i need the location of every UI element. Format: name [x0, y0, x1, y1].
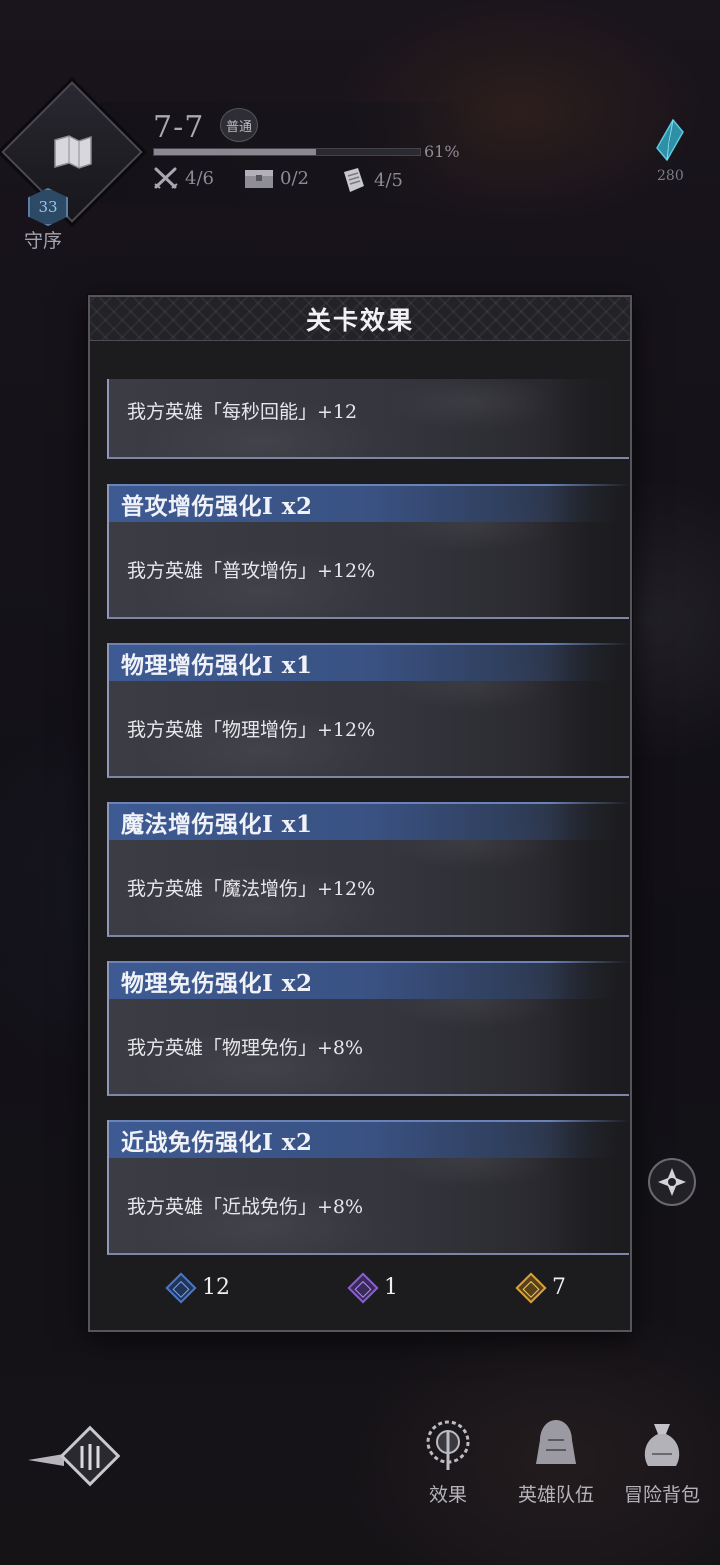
stat-chests-value: 0/2 — [280, 167, 309, 189]
winged-emblem-icon — [28, 1425, 121, 1487]
currency-blue: 12 — [165, 1271, 230, 1304]
compass-button[interactable] — [648, 1158, 696, 1206]
effect-card-header: 近战免伤强化Ⅰ x2 — [109, 1120, 629, 1158]
stat-battles-value: 4/6 — [185, 167, 214, 189]
effect-card-basic-attack: 普攻增伤强化Ⅰ x2 我方英雄「普攻增伤」+12% — [107, 484, 629, 619]
stage-effects-dialog: 关卡效果 我方英雄「每秒回能」+12 普攻增伤强化Ⅰ x2 我方英雄「普攻增伤」… — [88, 295, 632, 1332]
stage-progress-bar — [153, 148, 421, 156]
dialog-header: 关卡效果 — [90, 297, 630, 341]
nav-effects-label: 效果 — [428, 1484, 467, 1506]
stat-scrolls-value: 4/5 — [374, 169, 403, 191]
effect-title: 魔法增伤强化Ⅰ x1 — [121, 811, 313, 838]
currency-purple: 1 — [347, 1271, 398, 1304]
effect-desc: 我方英雄「每秒回能」+12 — [127, 401, 358, 423]
blue-gem-icon — [165, 1271, 197, 1304]
rank-number: 33 — [38, 198, 58, 216]
rank-badge[interactable]: 33 — [28, 188, 68, 226]
purple-gem-icon — [347, 1271, 379, 1304]
adventure-bag-icon — [614, 1412, 710, 1472]
effect-card-header: 物理免伤强化Ⅰ x2 — [109, 961, 629, 999]
effect-desc: 我方英雄「普攻增伤」+12% — [127, 560, 376, 582]
stat-chests: 0/2 — [244, 166, 309, 190]
stage-progress-text: 61% — [424, 142, 460, 161]
crystal-icon — [655, 118, 685, 166]
rank-label: 守序 — [24, 230, 63, 252]
effect-title: 物理增伤强化Ⅰ x1 — [121, 652, 313, 679]
nav-adventure-bag[interactable]: 冒险背包 — [614, 1412, 710, 1507]
nav-hero-team-label: 英雄队伍 — [517, 1484, 594, 1506]
effect-card-header: 普攻增伤强化Ⅰ x2 — [109, 484, 629, 522]
hero-team-icon — [508, 1412, 604, 1472]
stat-scrolls: 4/5 — [340, 166, 403, 194]
menu-emblem-button[interactable] — [24, 1424, 121, 1498]
difficulty-badge: 普通 — [220, 108, 258, 142]
nav-adventure-bag-label: 冒险背包 — [623, 1484, 700, 1506]
currency-gold: 7 — [515, 1271, 566, 1304]
effect-title: 近战免伤强化Ⅰ x2 — [121, 1129, 313, 1156]
nav-hero-team[interactable]: 英雄队伍 — [508, 1412, 604, 1507]
effect-card-physical-defense: 物理免伤强化Ⅰ x2 我方英雄「物理免伤」+8% — [107, 961, 629, 1096]
currency-blue-value: 12 — [202, 1275, 230, 1300]
effect-card-energy-regen: 我方英雄「每秒回能」+12 — [107, 379, 629, 459]
effect-desc: 我方英雄「物理增伤」+12% — [127, 719, 376, 741]
effect-desc: 我方英雄「魔法增伤」+12% — [127, 878, 376, 900]
currency-summary: 12 1 7 — [90, 1269, 634, 1313]
stat-battles: 4/6 — [153, 166, 214, 190]
nav-effects[interactable]: 效果 — [400, 1412, 496, 1507]
stage-level-text: 7-7 — [153, 110, 205, 145]
crossed-swords-icon — [153, 166, 179, 190]
effect-title: 普攻增伤强化Ⅰ x2 — [121, 493, 313, 520]
effect-card-magic-damage: 魔法增伤强化Ⅰ x1 我方英雄「魔法增伤」+12% — [107, 802, 629, 937]
chest-icon — [244, 166, 274, 190]
stage-progress-fill — [154, 149, 317, 155]
currency-purple-value: 1 — [384, 1275, 398, 1300]
effect-card-header: 物理增伤强化Ⅰ x1 — [109, 643, 629, 681]
game-scene: 7-7 普通 61% 4/6 0/2 4/5 33 守序 280 关卡效果 我方… — [0, 0, 720, 1565]
effect-card-melee-defense: 近战免伤强化Ⅰ x2 我方英雄「近战免伤」+8% — [107, 1120, 629, 1255]
effect-desc: 我方英雄「近战免伤」+8% — [127, 1196, 364, 1218]
map-flag-icon — [48, 128, 98, 176]
scroll-icon — [340, 166, 368, 194]
compass-cross-icon — [658, 1168, 686, 1196]
dialog-title: 关卡效果 — [305, 305, 414, 335]
effect-emblem-icon — [400, 1412, 496, 1472]
effect-card-physical-damage: 物理增伤强化Ⅰ x1 我方英雄「物理增伤」+12% — [107, 643, 629, 778]
effect-card-header: 魔法增伤强化Ⅰ x1 — [109, 802, 629, 840]
crystal-count: 280 — [657, 168, 684, 184]
gold-gem-icon — [515, 1271, 547, 1304]
currency-gold-value: 7 — [552, 1275, 566, 1300]
effect-title: 物理免伤强化Ⅰ x2 — [121, 970, 313, 997]
effect-desc: 我方英雄「物理免伤」+8% — [127, 1037, 364, 1059]
